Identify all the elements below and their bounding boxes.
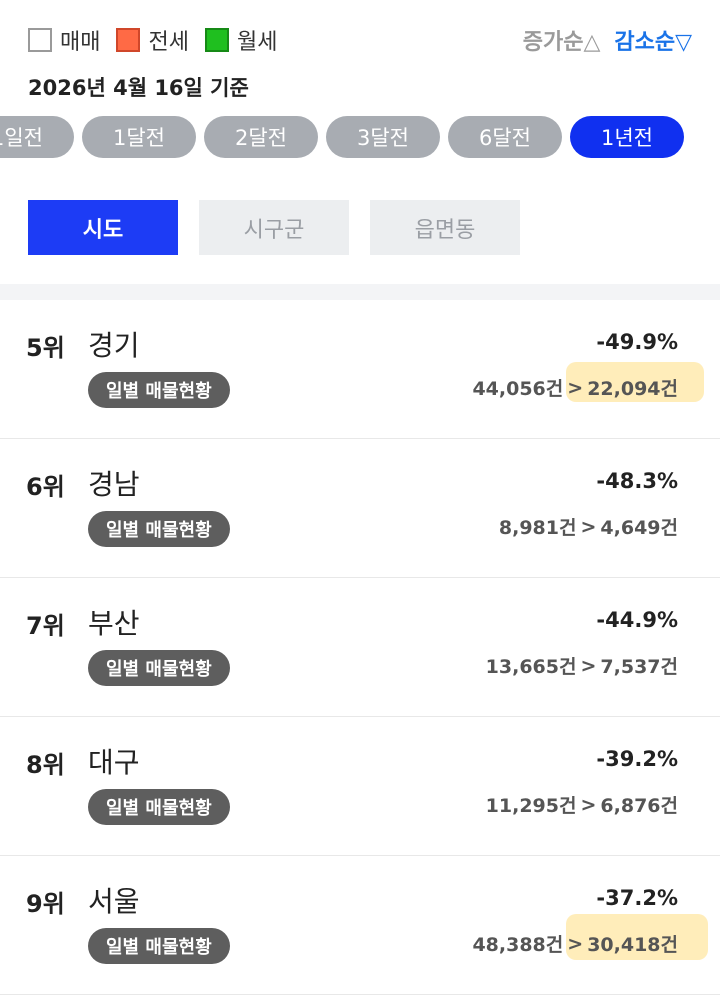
legend-label-monthly: 월세 xyxy=(236,30,278,55)
count-from: 11,295건 xyxy=(485,795,577,817)
legend-item-sale[interactable]: 매매 xyxy=(28,24,100,56)
count-to: 6,876건 xyxy=(600,795,678,817)
legend: 매매 전세 월세 xyxy=(28,24,293,56)
checkbox-sale[interactable] xyxy=(28,28,52,52)
rank-label: 5위 xyxy=(26,334,65,362)
count-separator: > xyxy=(567,376,584,399)
count-to: 7,537건 xyxy=(600,656,678,678)
listing-counts: 11,295건 > 6,876건 xyxy=(486,791,678,818)
listing-counts: 44,056건 > 22,094건 xyxy=(472,374,678,401)
tab-eupmyeondong[interactable]: 읍면동 xyxy=(370,200,520,255)
legend-item-monthly[interactable]: 월세 xyxy=(204,24,278,56)
period-2month-button[interactable]: 2달전 xyxy=(204,116,318,158)
rank-label: 7위 xyxy=(26,612,65,640)
count-from: 48,388건 xyxy=(472,934,564,956)
count-separator: > xyxy=(580,654,597,677)
region-name: 경남 xyxy=(88,468,140,501)
sort-increase-button[interactable]: 증가순△ xyxy=(523,24,601,56)
daily-listing-button[interactable]: 일별 매물현황 xyxy=(88,511,230,547)
legend-label-sale: 매매 xyxy=(60,30,101,55)
count-separator: > xyxy=(580,515,597,538)
period-1month-button[interactable]: 1달전 xyxy=(82,116,196,158)
base-date: 2026년 4월 16일 기준 xyxy=(28,76,249,100)
daily-listing-button[interactable]: 일별 매물현황 xyxy=(88,928,230,964)
sort-decrease-button[interactable]: 감소순▽ xyxy=(614,24,692,56)
region-name: 서울 xyxy=(88,885,140,918)
count-to: 30,418건 xyxy=(587,934,678,956)
count-separator: > xyxy=(580,793,597,816)
change-percent: -44.9% xyxy=(596,608,678,632)
sort-controls: 증가순△ 감소순▽ xyxy=(523,24,692,56)
region-name: 부산 xyxy=(88,607,140,640)
region-name: 경기 xyxy=(88,329,140,362)
legend-item-jeonse[interactable]: 전세 xyxy=(116,24,189,56)
period-1year-button[interactable]: 1년전 xyxy=(570,116,684,158)
period-6month-button[interactable]: 6달전 xyxy=(448,116,562,158)
count-from: 8,981건 xyxy=(498,517,577,539)
change-percent: -48.3% xyxy=(596,469,678,493)
listing-counts: 48,388건 > 30,418건 xyxy=(472,930,678,957)
tab-sigungu[interactable]: 시구군 xyxy=(199,200,349,255)
count-separator: > xyxy=(567,932,584,955)
checkbox-jeonse[interactable] xyxy=(116,28,141,52)
rank-label: 9위 xyxy=(26,890,65,918)
daily-listing-button[interactable]: 일별 매물현황 xyxy=(88,789,230,825)
count-from: 13,665건 xyxy=(485,656,577,678)
region-name: 대구 xyxy=(88,746,140,779)
list-item: 6위 경남 일별 매물현황 -48.3% 8,981건 > 4,649건 xyxy=(0,439,720,578)
list-item: 8위 대구 일별 매물현황 -39.2% 11,295건 > 6,876건 xyxy=(0,717,720,856)
change-percent: -39.2% xyxy=(596,747,678,771)
rank-label: 6위 xyxy=(26,473,65,501)
list-item: 9위 서울 일별 매물현황 -37.2% 48,388건 > 30,418건 xyxy=(0,856,720,995)
change-percent: -37.2% xyxy=(596,886,678,910)
rank-label: 8위 xyxy=(26,751,65,779)
daily-listing-button[interactable]: 일별 매물현황 xyxy=(88,650,230,686)
count-to: 4,649건 xyxy=(600,517,678,539)
legend-label-jeonse: 전세 xyxy=(148,30,189,55)
region-level-tabs: 시도 시구군 읍면동 xyxy=(28,200,541,255)
tab-sido[interactable]: 시도 xyxy=(28,200,178,255)
ranking-list: 5위 경기 일별 매물현황 -49.9% 44,056건 > 22,094건 6… xyxy=(0,300,720,995)
list-item: 5위 경기 일별 매물현황 -49.9% 44,056건 > 22,094건 xyxy=(0,300,720,439)
section-divider xyxy=(0,284,720,300)
listing-counts: 13,665건 > 7,537건 xyxy=(486,652,678,679)
count-to: 22,094건 xyxy=(587,378,678,400)
period-1day-button[interactable]: 1일전 xyxy=(0,116,74,158)
list-item: 7위 부산 일별 매물현황 -44.9% 13,665건 > 7,537건 xyxy=(0,578,720,717)
change-percent: -49.9% xyxy=(596,330,678,354)
listing-counts: 8,981건 > 4,649건 xyxy=(499,513,678,540)
checkbox-monthly[interactable] xyxy=(204,28,229,52)
count-from: 44,056건 xyxy=(472,378,564,400)
period-3month-button[interactable]: 3달전 xyxy=(326,116,440,158)
period-selector: 1일전 1달전 2달전 3달전 6달전 1년전 xyxy=(0,116,720,158)
daily-listing-button[interactable]: 일별 매물현황 xyxy=(88,372,230,408)
